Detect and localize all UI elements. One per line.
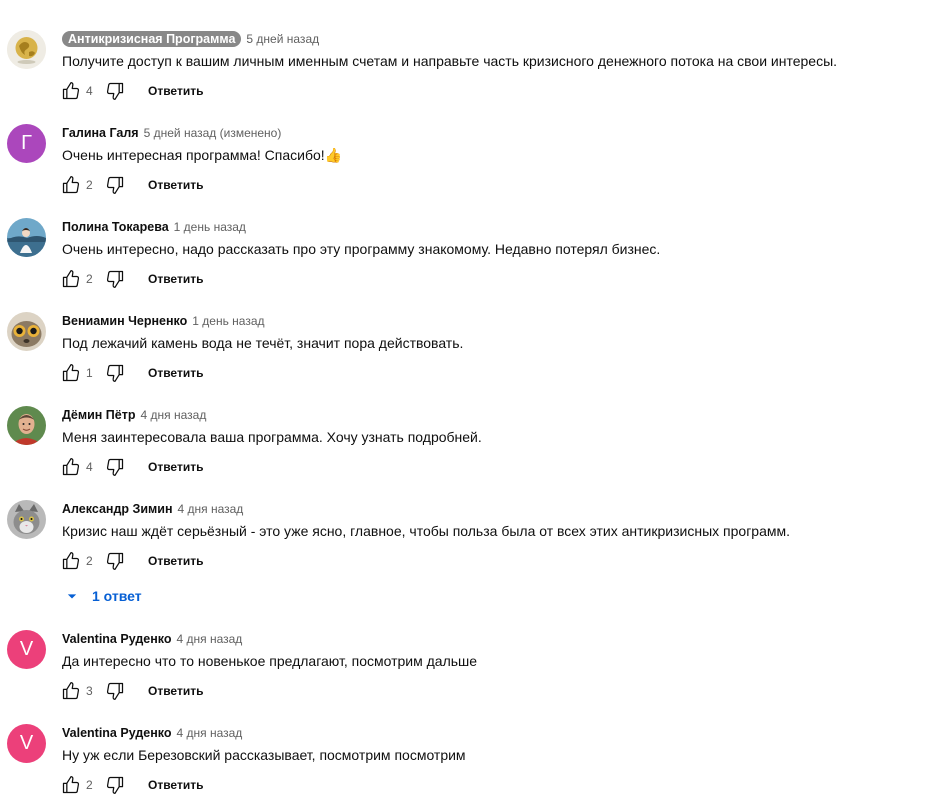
like-count: 2 [86, 178, 93, 192]
like-icon[interactable] [60, 80, 82, 102]
avatar-letter: Г [21, 132, 32, 154]
comment-author[interactable]: Valentina Руденко [62, 632, 172, 646]
lemur-avatar-icon[interactable] [7, 312, 46, 351]
comment-actions: 2 Ответить [60, 550, 203, 572]
comment-time[interactable]: 4 дня назад [177, 726, 243, 740]
comment-text: Очень интересная программа! Спасибо!👍 [62, 147, 343, 163]
comment-actions: 3 Ответить [60, 680, 203, 702]
dislike-icon[interactable] [104, 774, 126, 796]
comment-time[interactable]: 4 дня назад [177, 632, 243, 646]
like-count: 1 [86, 366, 93, 380]
comment-author[interactable]: Александр Зимин [62, 502, 173, 516]
dislike-icon[interactable] [104, 268, 126, 290]
reply-button[interactable]: Ответить [148, 554, 203, 568]
like-count: 4 [86, 460, 93, 474]
comment-actions: 2 Ответить [60, 268, 203, 290]
reply-button[interactable]: Ответить [148, 178, 203, 192]
globe-avatar-icon[interactable] [7, 30, 46, 69]
reply-button[interactable]: Ответить [148, 366, 203, 380]
like-count: 2 [86, 554, 93, 568]
comment-author[interactable]: Антикризисная Программа [62, 31, 242, 47]
comment-time[interactable]: 4 дня назад [141, 408, 207, 422]
comment-author[interactable]: Полина Токарева [62, 220, 169, 234]
letter-avatar[interactable]: V [7, 724, 46, 763]
dislike-icon[interactable] [104, 456, 126, 478]
comment-author[interactable]: Valentina Руденко [62, 726, 172, 740]
comment-text: Очень интересно, надо рассказать про эту… [62, 241, 661, 257]
comment-author[interactable]: Вениамин Черненко [62, 314, 187, 328]
like-count: 4 [86, 84, 93, 98]
reply-button[interactable]: Ответить [148, 684, 203, 698]
comments-list: Антикризисная Программа 5 дней назад Пол… [0, 0, 940, 803]
avatar-letter: V [19, 638, 34, 660]
like-icon[interactable] [60, 774, 82, 796]
comment-actions: 2 Ответить [60, 174, 203, 196]
reply-button[interactable]: Ответить [148, 460, 203, 474]
comment-time[interactable]: 1 день назад [192, 314, 264, 328]
like-count: 2 [86, 272, 93, 286]
dislike-icon[interactable] [104, 80, 126, 102]
dislike-icon[interactable] [104, 174, 126, 196]
comment-text: Кризис наш ждёт серьёзный - это уже ясно… [62, 523, 791, 539]
comment-time[interactable]: 1 день назад [174, 220, 246, 234]
dislike-icon[interactable] [104, 362, 126, 384]
reply-button[interactable]: Ответить [148, 84, 203, 98]
comment-actions: 1 Ответить [60, 362, 203, 384]
reply-button[interactable]: Ответить [148, 778, 203, 792]
like-icon[interactable] [60, 456, 82, 478]
comment-time[interactable]: 5 дней назад [246, 32, 319, 46]
comment-text: Да интересно что то новенькое предлагают… [62, 653, 478, 669]
comment-text: Получите доступ к вашим личным именным с… [62, 53, 838, 69]
dislike-icon[interactable] [104, 550, 126, 572]
like-count: 2 [86, 778, 93, 792]
like-icon[interactable] [60, 174, 82, 196]
dislike-icon[interactable] [104, 680, 126, 702]
comment-text: Под лежачий камень вода не течёт, значит… [62, 335, 464, 351]
like-icon[interactable] [60, 268, 82, 290]
chevron-down-icon [67, 594, 77, 599]
comment-author[interactable]: Дёмин Пётр [62, 408, 136, 422]
comment-text: Меня заинтересовала ваша программа. Хочу… [62, 429, 482, 445]
person-avatar-icon[interactable] [7, 406, 46, 445]
comment-actions: 4 Ответить [60, 456, 203, 478]
like-count: 3 [86, 684, 93, 698]
like-icon[interactable] [60, 550, 82, 572]
replies-count-label: 1 ответ [92, 588, 142, 604]
letter-avatar[interactable]: Г [7, 124, 46, 163]
cat-avatar-icon[interactable] [7, 500, 46, 539]
comment-time[interactable]: 5 дней назад (изменено) [144, 126, 282, 140]
comment-actions: 2 Ответить [60, 774, 203, 796]
comment-text: Ну уж если Березовский рассказывает, пос… [62, 747, 466, 763]
comment-time[interactable]: 4 дня назад [178, 502, 244, 516]
comment-actions: 4 Ответить [60, 80, 203, 102]
letter-avatar[interactable]: V [7, 630, 46, 669]
avatar-letter: V [19, 732, 34, 754]
like-icon[interactable] [60, 680, 82, 702]
reply-button[interactable]: Ответить [148, 272, 203, 286]
comment-author[interactable]: Галина Галя [62, 126, 139, 140]
show-replies-button[interactable]: 1 ответ [62, 585, 142, 607]
like-icon[interactable] [60, 362, 82, 384]
photo-avatar-icon[interactable] [7, 218, 46, 257]
